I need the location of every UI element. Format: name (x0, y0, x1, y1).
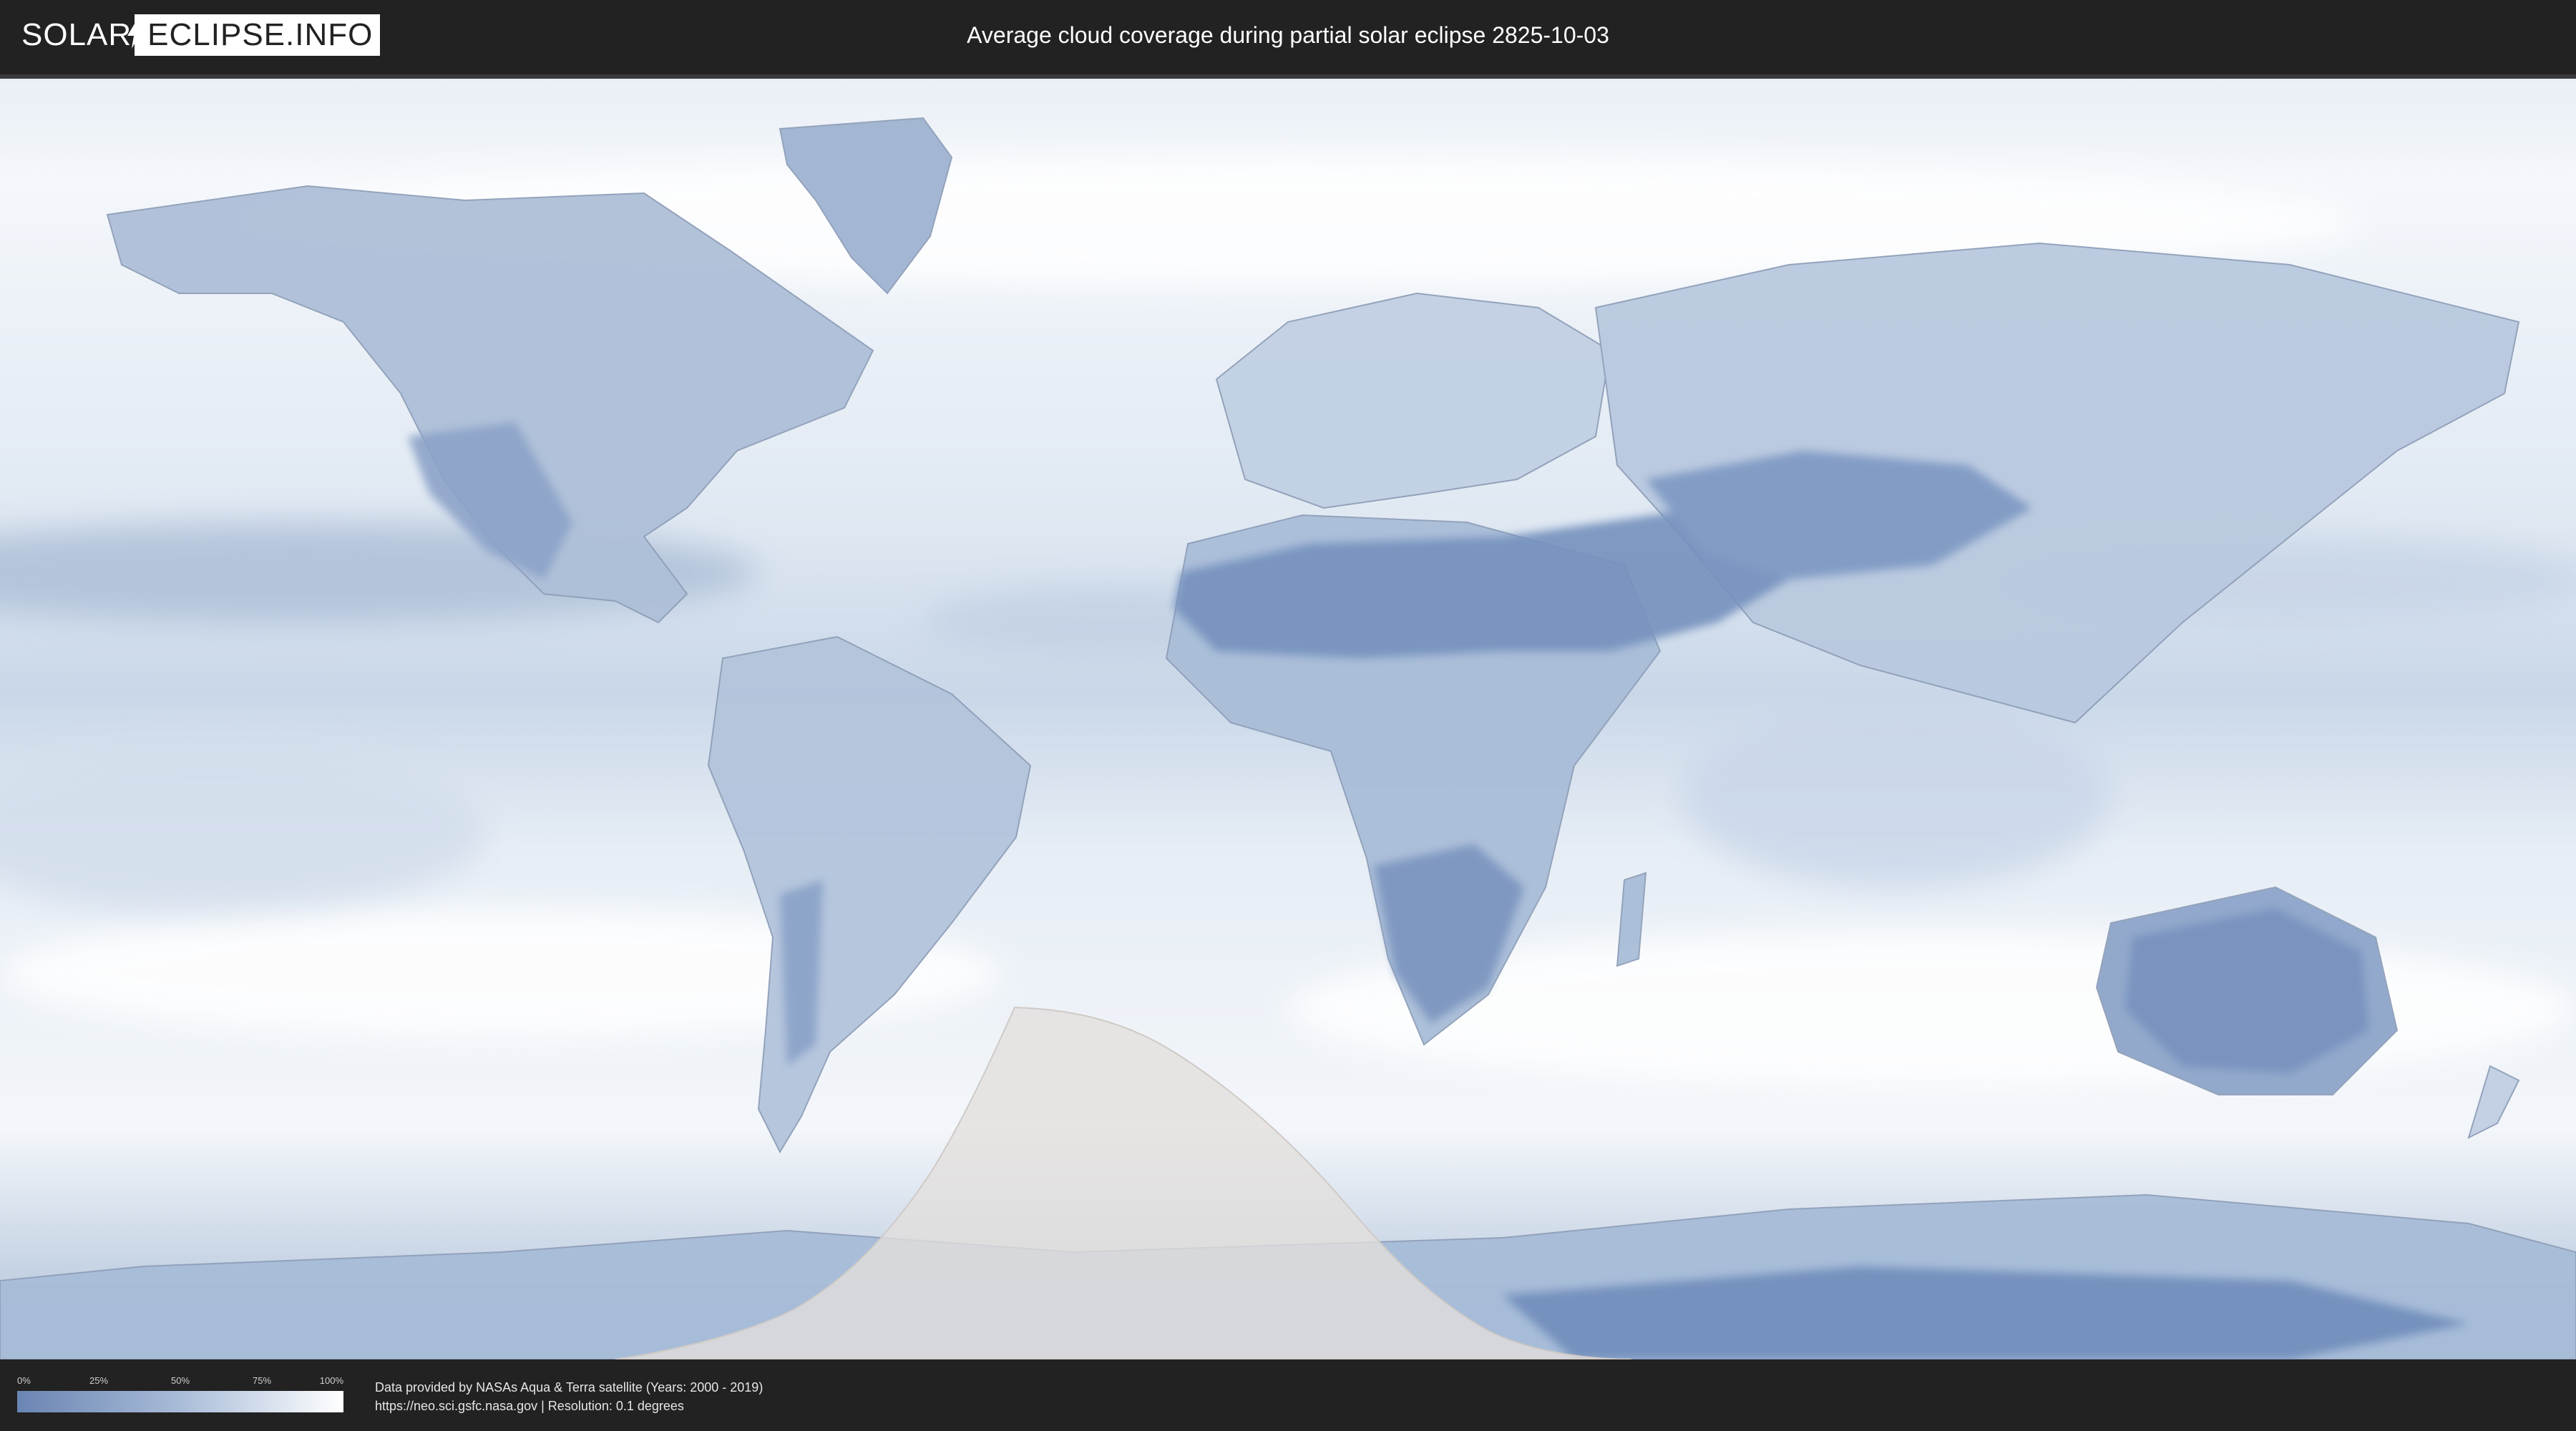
header-bar: SOLAR ECLIPSE.INFO Average cloud coverag… (0, 0, 2576, 72)
data-credit: Data provided by NASAs Aqua & Terra sate… (375, 1378, 763, 1415)
legend-tick-50: 50% (170, 1375, 190, 1386)
credit-line-url[interactable]: https://neo.sci.gsfc.nasa.gov | Resoluti… (375, 1397, 763, 1415)
page-title: Average cloud coverage during partial so… (967, 22, 1609, 48)
legend-tick-labels: 0% 25% 50% 75% 100% (17, 1375, 343, 1387)
cloud-coverage-map (0, 79, 2576, 1359)
legend-tick-0: 0% (17, 1375, 31, 1386)
legend-tick-75: 75% (252, 1375, 272, 1386)
legend-tick-25: 25% (89, 1375, 109, 1386)
cloud-coverage-legend-bar (17, 1391, 343, 1412)
credit-line-source: Data provided by NASAs Aqua & Terra sate… (375, 1380, 763, 1395)
legend-tick-100: 100% (319, 1375, 343, 1386)
